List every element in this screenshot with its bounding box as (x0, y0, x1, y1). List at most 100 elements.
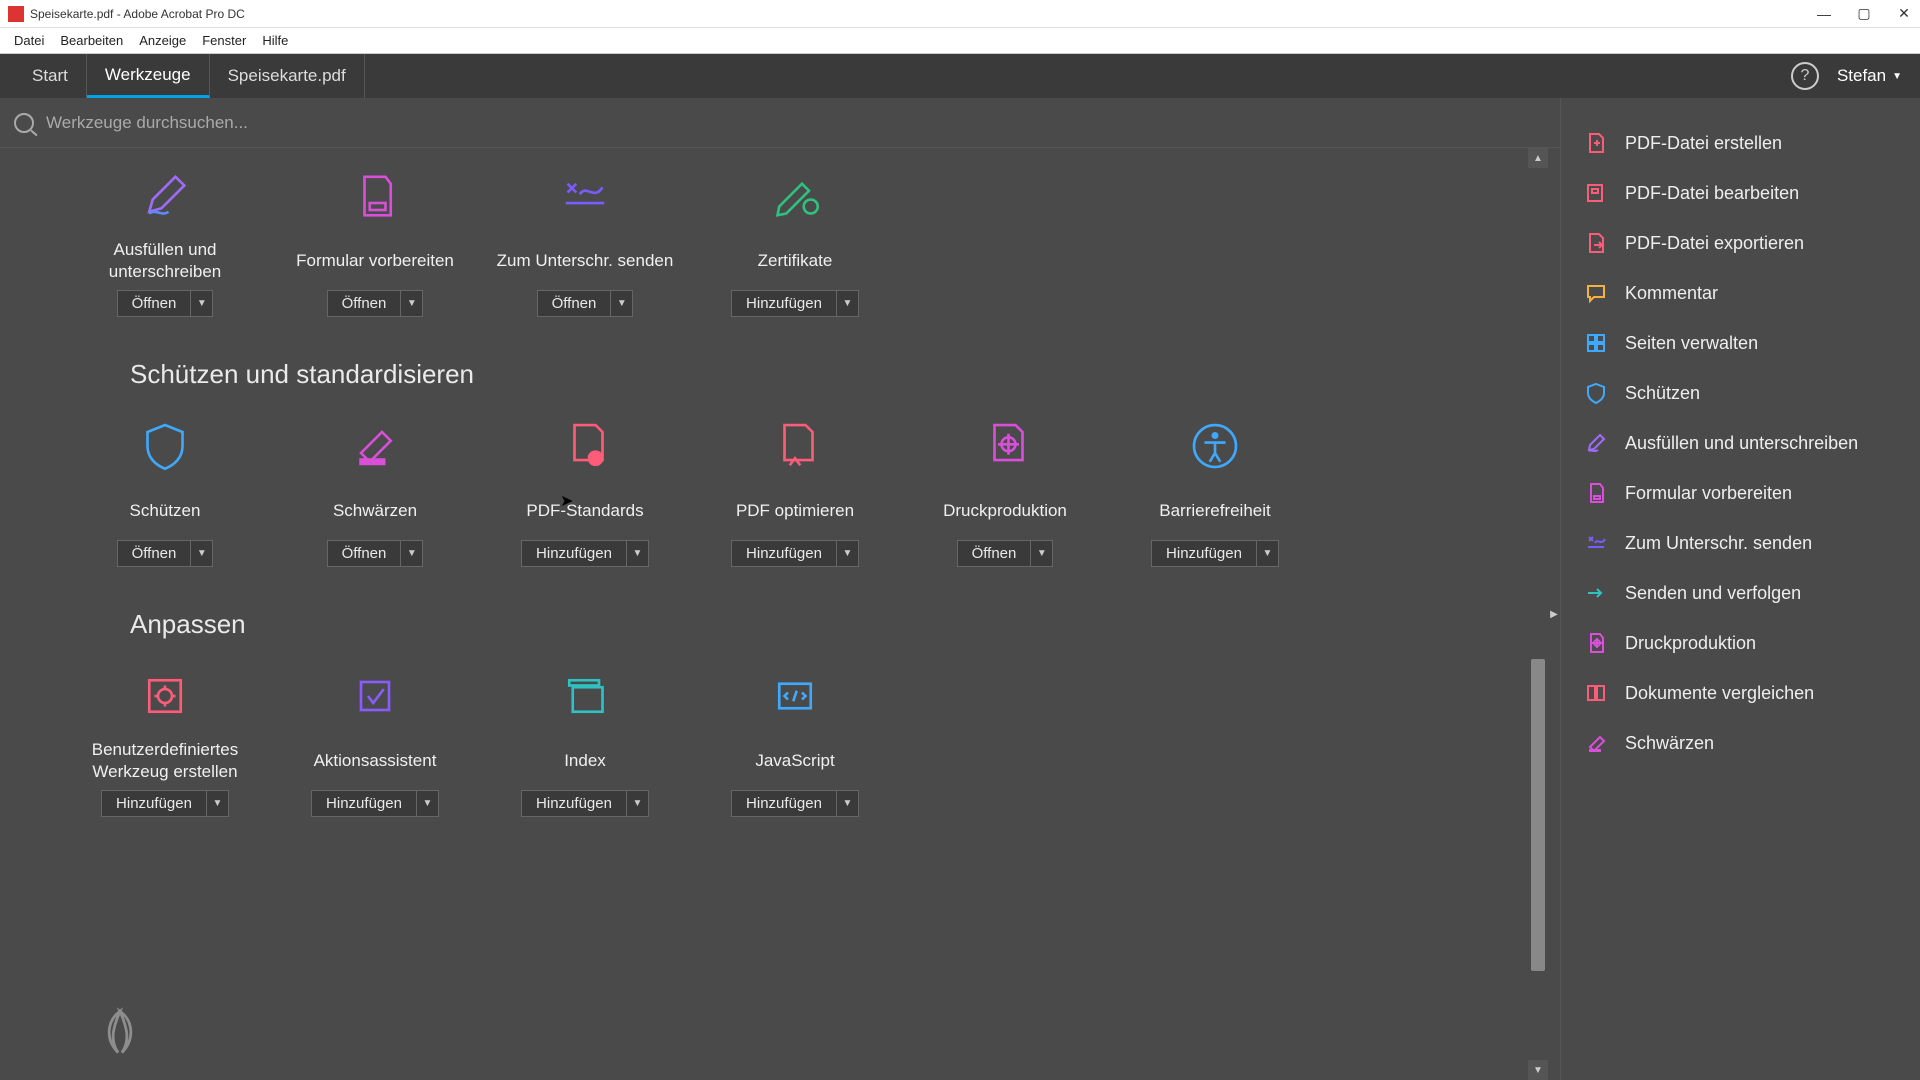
organize-pages-icon (1583, 330, 1609, 356)
action-caret[interactable]: ▼ (190, 541, 212, 566)
tool-pdf-standards[interactable]: i PDF-Standards Hinzufügen ▼ (480, 408, 690, 585)
action-caret[interactable]: ▼ (190, 291, 212, 316)
rb-send-signature[interactable]: Zum Unterschr. senden (1561, 518, 1920, 568)
help-icon[interactable]: ? (1791, 62, 1819, 90)
action-caret[interactable]: ▼ (626, 541, 648, 566)
action-caret[interactable]: ▼ (626, 791, 648, 816)
prepare-form-icon (343, 164, 407, 228)
menu-hilfe[interactable]: Hilfe (254, 31, 296, 50)
action-caret[interactable]: ▼ (836, 541, 858, 566)
rb-label: Druckproduktion (1625, 633, 1756, 654)
vertical-scrollbar[interactable]: ▲ ▼ (1528, 148, 1548, 1080)
tool-javascript[interactable]: JavaScript Hinzufügen ▼ (690, 658, 900, 835)
rb-edit-pdf[interactable]: PDF-Datei bearbeiten (1561, 168, 1920, 218)
scroll-track[interactable] (1528, 168, 1548, 1060)
rb-protect[interactable]: Schützen (1561, 368, 1920, 418)
rb-comment[interactable]: Kommentar (1561, 268, 1920, 318)
tool-prepare-form[interactable]: Formular vorbereiten Öffnen ▼ (270, 158, 480, 335)
menu-fenster[interactable]: Fenster (194, 31, 254, 50)
rb-print-production[interactable]: Druckproduktion (1561, 618, 1920, 668)
send-signature-icon (1583, 530, 1609, 556)
action-button[interactable]: Öffnen (328, 541, 401, 566)
action-button[interactable]: Hinzufügen (522, 541, 626, 566)
rb-send-track[interactable]: Senden und verfolgen (1561, 568, 1920, 618)
fill-sign-icon (1583, 430, 1609, 456)
rb-export-pdf[interactable]: PDF-Datei exportieren (1561, 218, 1920, 268)
search-icon (14, 113, 34, 133)
tool-redact[interactable]: Schwärzen Öffnen ▼ (270, 408, 480, 585)
action-button[interactable]: Öffnen (538, 291, 611, 316)
rb-label: Formular vorbereiten (1625, 483, 1792, 504)
rb-label: Dokumente vergleichen (1625, 683, 1814, 704)
rb-prepare-form[interactable]: Formular vorbereiten (1561, 468, 1920, 518)
scroll-up-arrow[interactable]: ▲ (1528, 148, 1548, 168)
tool-protect[interactable]: Schützen Öffnen ▼ (60, 408, 270, 585)
tool-action: Öffnen ▼ (327, 540, 424, 567)
tool-certificates[interactable]: Zertifikate Hinzufügen ▼ (690, 158, 900, 335)
tool-action: Hinzufügen ▼ (101, 790, 229, 817)
rb-label: Kommentar (1625, 283, 1718, 304)
action-button[interactable]: Öffnen (118, 291, 191, 316)
action-caret[interactable]: ▼ (836, 791, 858, 816)
shield-icon (1583, 380, 1609, 406)
menu-bearbeiten[interactable]: Bearbeiten (52, 31, 131, 50)
rb-create-pdf[interactable]: PDF-Datei erstellen (1561, 118, 1920, 168)
tab-tools[interactable]: Werkzeuge (87, 54, 210, 98)
rb-compare-docs[interactable]: Dokumente vergleichen (1561, 668, 1920, 718)
action-button[interactable]: Hinzufügen (732, 541, 836, 566)
action-button[interactable]: Hinzufügen (102, 791, 206, 816)
scroll-down-arrow[interactable]: ▼ (1528, 1060, 1548, 1080)
minimize-button[interactable]: — (1816, 6, 1832, 22)
action-wizard-icon (343, 664, 407, 728)
action-button[interactable]: Hinzufügen (522, 791, 626, 816)
menu-datei[interactable]: Datei (6, 31, 52, 50)
action-caret[interactable]: ▼ (1256, 541, 1278, 566)
tool-action: Öffnen ▼ (327, 290, 424, 317)
tool-fill-sign[interactable]: Ausfüllen und unterschreiben Öffnen ▼ (60, 158, 270, 335)
rb-fill-sign[interactable]: Ausfüllen und unterschreiben (1561, 418, 1920, 468)
panel-collapse-handle[interactable]: ▶ (1548, 148, 1560, 1080)
tool-print-production[interactable]: Druckproduktion Öffnen ▼ (900, 408, 1110, 585)
tool-accessibility[interactable]: Barrierefreiheit Hinzufügen ▼ (1110, 408, 1320, 585)
tool-action: Öffnen ▼ (117, 290, 214, 317)
redact-icon (1583, 730, 1609, 756)
tool-index[interactable]: Index Hinzufügen ▼ (480, 658, 690, 835)
action-caret[interactable]: ▼ (400, 541, 422, 566)
action-caret[interactable]: ▼ (416, 791, 438, 816)
action-caret[interactable]: ▼ (400, 291, 422, 316)
tab-document[interactable]: Speisekarte.pdf (210, 54, 365, 98)
action-caret[interactable]: ▼ (1030, 541, 1052, 566)
rb-organize-pages[interactable]: Seiten verwalten (1561, 318, 1920, 368)
maximize-button[interactable]: ▢ (1856, 6, 1872, 22)
tool-optimize[interactable]: PDF optimieren Hinzufügen ▼ (690, 408, 900, 585)
action-button[interactable]: Hinzufügen (1152, 541, 1256, 566)
tool-create-custom[interactable]: Benutzerdefiniertes Werkzeug erstellen H… (60, 658, 270, 835)
tool-label: Ausfüllen und unterschreiben (60, 238, 270, 284)
prepare-form-icon (1583, 480, 1609, 506)
action-button[interactable]: Öffnen (328, 291, 401, 316)
user-menu[interactable]: Stefan ▼ (1837, 66, 1902, 86)
tool-content-area: Ausfüllen und unterschreiben Öffnen ▼ Fo… (0, 98, 1560, 1080)
rb-redact[interactable]: Schwärzen (1561, 718, 1920, 768)
menu-anzeige[interactable]: Anzeige (131, 31, 194, 50)
action-button[interactable]: Hinzufügen (312, 791, 416, 816)
search-input[interactable] (46, 113, 446, 133)
menubar: Datei Bearbeiten Anzeige Fenster Hilfe (0, 28, 1920, 54)
fill-sign-icon (133, 164, 197, 228)
tool-action: Hinzufügen ▼ (731, 290, 859, 317)
action-button[interactable]: Hinzufügen (732, 291, 836, 316)
tool-action-wizard[interactable]: Aktionsassistent Hinzufügen ▼ (270, 658, 480, 835)
action-caret[interactable]: ▼ (206, 791, 228, 816)
close-button[interactable]: ✕ (1896, 6, 1912, 22)
tool-send-signature[interactable]: Zum Unterschr. senden Öffnen ▼ (480, 158, 690, 335)
action-caret[interactable]: ▼ (610, 291, 632, 316)
action-button[interactable]: Öffnen (118, 541, 191, 566)
scroll-thumb[interactable] (1531, 659, 1545, 971)
create-pdf-icon (1583, 130, 1609, 156)
tab-start[interactable]: Start (14, 54, 87, 98)
javascript-icon (763, 664, 827, 728)
action-button[interactable]: Öffnen (958, 541, 1031, 566)
action-button[interactable]: Hinzufügen (732, 791, 836, 816)
tool-action: Öffnen ▼ (957, 540, 1054, 567)
action-caret[interactable]: ▼ (836, 291, 858, 316)
